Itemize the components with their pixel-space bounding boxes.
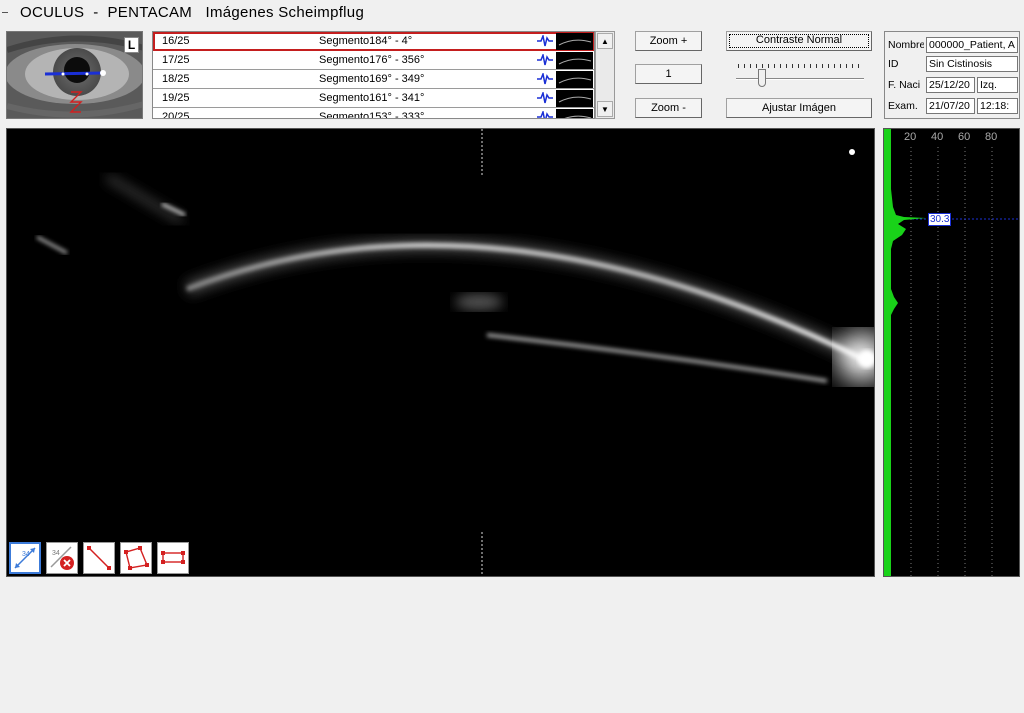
line-tool-icon [87, 546, 111, 570]
contrast-slider-ticks [738, 64, 864, 68]
patient-info-panel: Nombre 000000_Patient, A ID Sin Cistinos… [884, 31, 1020, 119]
segment-row[interactable]: 16/25 Segmento184° - 4° [153, 32, 594, 51]
delete-measure-button[interactable]: 34 [46, 542, 78, 574]
eye-thumbnail[interactable]: L [6, 31, 143, 119]
segment-preview [556, 109, 593, 118]
measure-distance-button[interactable]: 34 [9, 542, 41, 574]
scheimpflug-image[interactable]: 34 34 [6, 128, 875, 577]
window-title: OCULUS - PENTACAM Imágenes Scheimpflug [20, 4, 365, 21]
histogram-tick: 60 [958, 131, 971, 143]
scroll-up-button[interactable]: ▲ [597, 33, 613, 49]
segment-name: Segmento161° - 341° [319, 92, 425, 104]
contrast-slider-thumb[interactable] [757, 69, 766, 87]
segment-preview [556, 33, 593, 50]
exam-date-field[interactable]: 21/07/20 [926, 98, 975, 114]
segment-name: Segmento176° - 356° [319, 54, 425, 66]
zoom-out-button[interactable]: Zoom - [635, 98, 702, 118]
segment-scrollbar[interactable]: ▲ ▼ [595, 31, 615, 119]
svg-text:34: 34 [22, 551, 30, 558]
line-tool-button[interactable] [83, 542, 115, 574]
svg-text:34: 34 [52, 550, 60, 557]
polygon-tool-button[interactable] [120, 542, 152, 574]
histogram-tick: 20 [904, 131, 917, 143]
segment-index: 16/25 [162, 35, 190, 47]
segment-name: Segmento184° - 4° [319, 35, 413, 47]
waveform-icon [537, 35, 553, 47]
id-field[interactable]: Sin Cistinosis [926, 56, 1018, 72]
histogram-tick: 40 [931, 131, 944, 143]
rectangle-tool-button[interactable] [157, 542, 189, 574]
rectangle-tool-icon [161, 551, 185, 564]
segment-list[interactable]: 16/25 Segmento184° - 4° 17/25 Segmento17… [152, 31, 595, 119]
segment-row[interactable]: 20/25 Segmento153° - 333° [153, 108, 594, 119]
segment-index: 19/25 [162, 92, 190, 104]
eye-field[interactable]: Izq. [977, 77, 1018, 93]
waveform-icon [537, 111, 553, 118]
segment-preview [556, 52, 593, 69]
contrast-slider[interactable] [736, 78, 864, 80]
window-system-mark [2, 12, 8, 13]
scroll-down-button[interactable]: ▼ [597, 101, 613, 117]
zoom-in-button[interactable]: Zoom + [635, 31, 702, 51]
segment-index: 18/25 [162, 73, 190, 85]
segment-index: 20/25 [162, 111, 190, 119]
polygon-tool-icon [124, 546, 149, 570]
histogram-tick: 80 [985, 131, 998, 143]
segment-row[interactable]: 18/25 Segmento169° - 349° [153, 70, 594, 89]
segment-name: Segmento169° - 349° [319, 73, 425, 85]
waveform-icon [537, 54, 553, 66]
segment-name: Segmento153° - 333° [319, 111, 425, 119]
delete-measure-icon: 34 [50, 546, 74, 570]
name-label: Nombre [888, 39, 924, 51]
segment-row[interactable]: 19/25 Segmento161° - 341° [153, 89, 594, 108]
id-label: ID [888, 58, 899, 70]
segment-preview [556, 71, 593, 88]
exam-time-field[interactable]: 12:18: [977, 98, 1018, 114]
segment-preview [556, 90, 593, 107]
contrast-normal-button[interactable]: Contraste Normal [726, 31, 872, 51]
eye-side-indicator: L [124, 37, 139, 53]
waveform-icon [537, 92, 553, 104]
waveform-icon [537, 73, 553, 85]
histogram-profile [884, 129, 926, 576]
segment-row[interactable]: 17/25 Segmento176° - 356° [153, 51, 594, 70]
measurement-toolbar: 34 34 [9, 542, 189, 574]
exam-label: Exam. [888, 100, 918, 112]
dob-label: F. Naci [888, 79, 921, 91]
zoom-level-button[interactable]: 1 [635, 64, 702, 84]
segment-index: 17/25 [162, 54, 190, 66]
adjust-image-button[interactable]: Ajustar Imágen [726, 98, 872, 118]
dob-field[interactable]: 25/12/20 [926, 77, 975, 93]
histogram-value-label: 30.3 [928, 213, 952, 226]
name-field[interactable]: 000000_Patient, A [926, 37, 1018, 53]
density-histogram[interactable]: 20 40 60 80 30.3 [883, 128, 1020, 577]
measure-distance-icon: 34 [14, 547, 36, 569]
